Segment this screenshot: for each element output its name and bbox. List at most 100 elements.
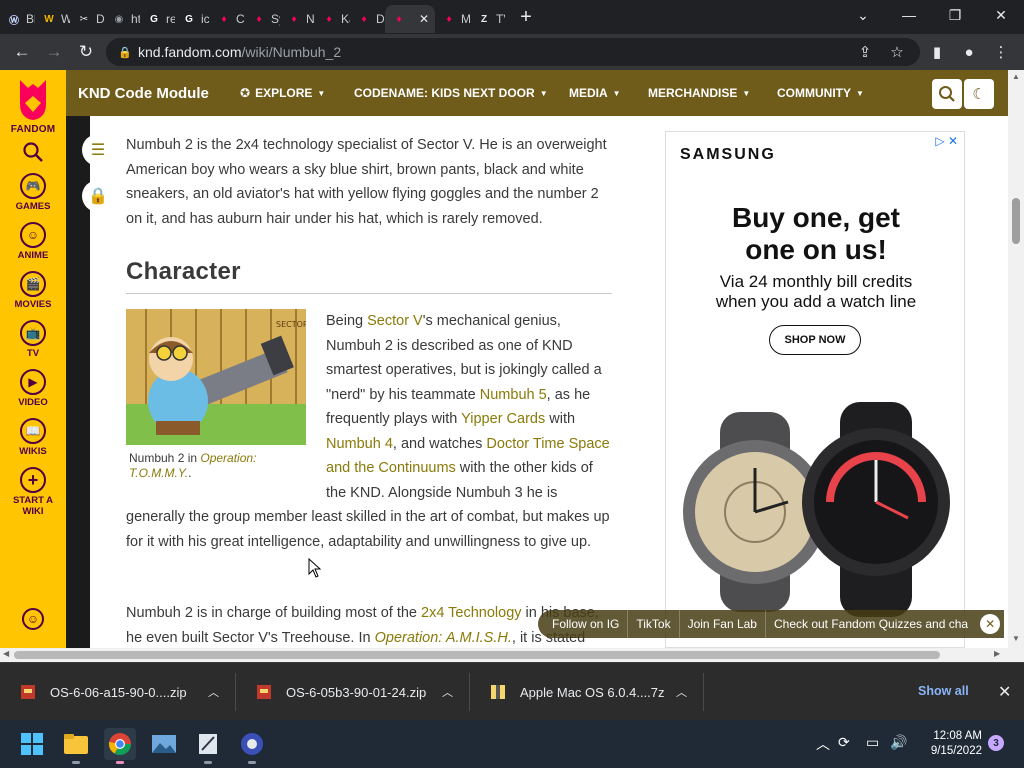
new-tab-button[interactable]: + — [511, 6, 541, 29]
download-item[interactable]: Apple Mac OS 6.0.4....7z ︿ — [470, 673, 704, 711]
profile-icon[interactable]: ● — [958, 41, 980, 63]
chrome-app[interactable] — [104, 728, 136, 764]
character-image[interactable]: SECTOR — [126, 309, 306, 445]
tab-search-icon[interactable]: ⌄ — [840, 0, 886, 30]
tab-title: Wi — [61, 12, 70, 26]
follow-on-ig-link[interactable]: Follow on IG — [544, 610, 629, 638]
browser-tab[interactable]: ♦ Sy — [245, 5, 280, 33]
close-icon[interactable]: ✕ — [998, 682, 1011, 702]
browser-tab[interactable]: Z TV — [470, 5, 505, 33]
text: Being — [326, 313, 368, 329]
fandom-quizzes-link[interactable]: Check out Fandom Quizzes and cha — [766, 610, 976, 638]
advertisement[interactable]: SAMSUNG ▷ ✕ Buy one, get one on us! Via 2… — [665, 131, 965, 648]
forward-button[interactable]: → — [38, 36, 70, 68]
wiki-search-button[interactable] — [932, 79, 962, 109]
theme-toggle-button[interactable]: ☾ — [964, 79, 994, 109]
link-sector-v[interactable]: Sector V — [367, 313, 423, 329]
link-2x4-technology[interactable]: 2x4 Technology — [421, 605, 522, 621]
browser-tab[interactable]: ♦ ✕ — [385, 5, 435, 33]
reload-button[interactable]: ↻ — [70, 36, 102, 68]
horizontal-scroll-thumb[interactable] — [14, 651, 940, 659]
join-fan-lab-link[interactable]: Join Fan Lab — [680, 610, 766, 638]
bookmark-star-icon[interactable]: ☆ — [886, 41, 908, 63]
ad-choices-icon[interactable]: ▷ ✕ — [935, 134, 958, 148]
share-icon[interactable]: ⇪ — [854, 41, 876, 63]
rail-item-anime[interactable]: ☺ ANIME — [15, 222, 52, 261]
rail-item-label: ANIME — [17, 250, 49, 261]
browser-tab[interactable]: Grec — [140, 5, 175, 33]
browser-tab[interactable]: Gicn — [175, 5, 210, 33]
restore-button[interactable]: ❐ — [932, 0, 978, 30]
notification-badge[interactable]: 3 — [988, 735, 1004, 751]
menu-icon[interactable]: ⋮ — [990, 41, 1012, 63]
nav-codename[interactable]: CODENAME: KIDS NEXT DOOR ▼ — [354, 86, 548, 100]
rail-item-video[interactable]: ▶ VIDEO — [15, 369, 52, 408]
ad-shop-now-button[interactable]: SHOP NOW — [769, 325, 861, 355]
link-numbuh-5[interactable]: Numbuh 5 — [480, 387, 547, 403]
scroll-right-arrow-icon[interactable]: ▶ — [994, 649, 1000, 658]
games-icon: 🎮 — [19, 173, 46, 199]
photos-app[interactable] — [148, 728, 180, 760]
app-window[interactable] — [236, 728, 268, 764]
link-numbuh-4[interactable]: Numbuh 4 — [326, 436, 393, 452]
wiki-name[interactable]: KND Code Module — [78, 85, 238, 102]
rail-item-tv[interactable]: 📺 TV — [15, 320, 52, 359]
chevron-up-icon[interactable]: ︿ — [208, 684, 219, 700]
scroll-left-arrow-icon[interactable]: ◀ — [3, 649, 9, 658]
app-window[interactable] — [192, 728, 224, 764]
smartwatch-image — [683, 402, 950, 617]
chevron-up-icon[interactable]: ︿ — [442, 684, 453, 700]
browser-tab[interactable]: W Wi — [35, 5, 70, 33]
browser-tab[interactable]: ♦ Nu — [280, 5, 315, 33]
minimize-button[interactable]: — — [886, 0, 932, 30]
sync-icon[interactable]: ⟳ — [838, 734, 850, 751]
volume-icon[interactable]: 🔊 — [890, 734, 907, 751]
scroll-down-arrow-icon[interactable]: ▼ — [1012, 634, 1020, 643]
nav-media[interactable]: MEDIA ▼ — [569, 86, 621, 100]
tray-overflow-icon[interactable]: ︿ — [816, 734, 830, 754]
download-item[interactable]: OS-6-06-a15-90-0....zip ︿ — [0, 673, 236, 711]
nav-community[interactable]: COMMUNITY ▼ — [777, 86, 864, 100]
back-button[interactable]: ← — [6, 36, 38, 68]
download-item[interactable]: OS-6-05b3-90-01-24.zip ︿ — [236, 673, 470, 711]
fandom-logo-icon[interactable] — [16, 78, 50, 122]
browser-tab[interactable]: ♦ Mi — [435, 5, 470, 33]
tab-title: icn — [201, 12, 210, 26]
nav-merchandise[interactable]: MERCHANDISE ▼ — [648, 86, 750, 100]
rail-item-games[interactable]: 🎮 GAMES — [15, 173, 52, 212]
rail-item-wikis[interactable]: 📖 WIKIS — [15, 418, 52, 457]
tab-title: Dc — [96, 12, 105, 26]
scroll-up-arrow-icon[interactable]: ▲ — [1012, 72, 1020, 81]
system-clock[interactable]: 12:08 AM 9/15/2022 — [914, 729, 982, 759]
lock-button[interactable]: 🔒 — [82, 180, 114, 212]
close-icon[interactable]: ✕ — [980, 614, 1001, 634]
vertical-scrollbar[interactable]: ▲ ▼ — [1008, 70, 1024, 648]
tiktok-link[interactable]: TikTok — [628, 610, 680, 638]
rail-account[interactable]: ☺ — [22, 608, 44, 632]
vertical-scroll-thumb[interactable] — [1012, 198, 1020, 244]
browser-tab[interactable]: ✂ Dc — [70, 5, 105, 33]
chevron-up-icon[interactable]: ︿ — [676, 684, 687, 700]
show-all-downloads-link[interactable]: Show all — [918, 684, 969, 698]
browser-tab[interactable]: ◉ htt — [105, 5, 140, 33]
side-panel-icon[interactable]: ▮ — [926, 41, 948, 63]
file-explorer-app[interactable] — [60, 728, 92, 764]
monitor-icon[interactable]: ▭ — [866, 734, 879, 751]
rail-start-wiki[interactable]: + START A WIKI — [8, 467, 58, 517]
browser-tab[interactable]: Ⓦ Bla — [0, 5, 35, 33]
nav-explore[interactable]: ✪ EXPLORE ▼ — [240, 86, 325, 100]
start-button[interactable] — [16, 728, 48, 760]
link-yipper-cards[interactable]: Yipper Cards — [461, 411, 545, 427]
address-bar[interactable]: 🔒 knd.fandom.com/wiki/Numbuh_2 — [106, 38, 920, 66]
browser-tab[interactable]: ♦ Ca — [210, 5, 245, 33]
rail-search[interactable] — [22, 141, 44, 163]
close-tab-icon[interactable]: ✕ — [419, 12, 429, 26]
toc-button[interactable]: ☰ — [82, 134, 114, 166]
browser-tab[interactable]: ♦ Dr — [350, 5, 385, 33]
rail-item-movies[interactable]: 🎬 MOVIES — [15, 271, 51, 310]
close-window-button[interactable]: ✕ — [978, 0, 1024, 30]
browser-tab[interactable]: ♦ Ka — [315, 5, 350, 33]
horizontal-scrollbar[interactable]: ◀ ▶ — [0, 648, 1024, 662]
link-operation-amish[interactable]: Operation: A.M.I.S.H. — [375, 630, 512, 646]
intro-paragraph: Numbuh 2 is the 2x4 technology specialis… — [126, 137, 607, 227]
